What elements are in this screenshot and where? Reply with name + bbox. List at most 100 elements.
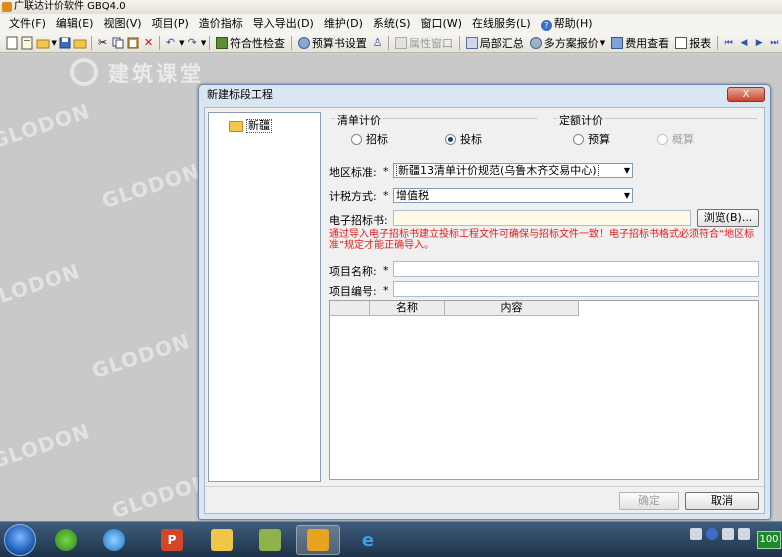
menu-file[interactable]: 文件(F) <box>4 14 51 33</box>
property-window-button[interactable]: 属性窗口 <box>392 34 456 52</box>
paste-icon[interactable] <box>127 35 140 51</box>
volume-icon[interactable] <box>738 528 750 540</box>
save-as-icon[interactable] <box>73 35 87 51</box>
grid-column-name[interactable]: 名称 <box>370 301 445 316</box>
keyboard-icon[interactable] <box>690 528 702 540</box>
cancel-button[interactable]: 取消 <box>685 492 759 510</box>
required-marker: * <box>383 284 389 297</box>
toolbar-divider <box>91 35 93 50</box>
ok-button[interactable]: 确定 <box>619 492 679 510</box>
taskbar-app-explorer[interactable] <box>200 525 244 555</box>
person-icon[interactable]: ♙ <box>371 35 384 51</box>
next-page-icon[interactable]: ▶ <box>753 35 766 51</box>
project-code-input[interactable] <box>393 281 759 297</box>
budget-settings-button[interactable]: 预算书设置 <box>295 34 370 52</box>
windows-start-icon[interactable] <box>4 524 36 556</box>
app-title-bar: 广联达计价软件 GBQ4.0 <box>0 0 782 14</box>
battery-indicator[interactable]: 100 <box>757 531 781 549</box>
multi-plan-quote-button[interactable]: 多方案报价 ▼ <box>527 34 608 52</box>
copy-icon[interactable] <box>111 35 124 51</box>
browse-button[interactable]: 浏览(B)... <box>697 209 759 227</box>
grid-corner <box>330 301 370 316</box>
menu-window[interactable]: 窗口(W) <box>416 14 467 33</box>
ok-label: 确定 <box>638 494 660 507</box>
grid-check-icon <box>216 36 229 49</box>
chevron-down-icon[interactable]: ▼ <box>179 39 184 47</box>
budget-settings-label: 预算书设置 <box>311 36 367 50</box>
taskbar-app-browser-360[interactable] <box>92 525 136 555</box>
project-name-label: 项目名称: <box>329 265 377 278</box>
internet-explorer-icon: e <box>361 529 375 551</box>
menu-online-service[interactable]: 在线服务(L) <box>467 14 536 33</box>
delete-icon[interactable]: ✕ <box>142 35 155 51</box>
new-project-icon[interactable] <box>20 35 33 51</box>
watermark-logo-icon: GLODON <box>98 158 204 214</box>
compliance-check-button[interactable]: 符合性检查 <box>213 34 288 52</box>
settings-icon <box>297 36 310 49</box>
required-marker: * <box>383 264 389 277</box>
radio-icon <box>657 133 668 145</box>
import-hint-text: 通过导入电子招标书建立投标工程文件可确保与招标文件一致！电子招标书格式必须符合“… <box>329 229 755 251</box>
dialog-close-button[interactable]: X <box>727 87 765 102</box>
cost-view-label: 费用查看 <box>625 36 670 50</box>
cost-view-button[interactable]: 费用查看 <box>608 34 672 52</box>
radio-icon <box>573 133 584 145</box>
chevron-down-icon[interactable]: ▼ <box>52 39 57 47</box>
radio-icon <box>351 133 362 145</box>
radio-estimate[interactable]: 概算 <box>657 131 694 147</box>
taskbar-app-green[interactable] <box>248 525 292 555</box>
menu-edit[interactable]: 编辑(E) <box>51 14 99 33</box>
taskbar-app-powerpoint[interactable]: P <box>150 525 194 555</box>
project-code-label: 项目编号: <box>329 285 377 298</box>
save-icon[interactable] <box>58 35 71 51</box>
menu-project[interactable]: 项目(P) <box>147 14 194 33</box>
first-page-icon[interactable]: ⏮ <box>722 35 735 51</box>
grid-header: 名称 内容 <box>330 301 579 316</box>
watermark-logo-icon: GLODON <box>0 418 94 474</box>
property-window-label: 属性窗口 <box>408 36 453 50</box>
tax-method-select[interactable]: 增值税 ▼ <box>393 188 633 203</box>
folder-icon <box>229 120 243 132</box>
radio-bid-submit[interactable]: 投标 <box>445 131 482 147</box>
prev-page-icon[interactable]: ◀ <box>737 35 750 51</box>
bill-pricing-title: 清单计价 <box>335 112 383 128</box>
multi-plan-quote-label: 多方案报价 <box>543 36 599 50</box>
radio-budget[interactable]: 预算 <box>573 131 610 147</box>
tender-file-input[interactable] <box>393 210 691 226</box>
last-page-icon[interactable]: ⏭ <box>768 35 781 51</box>
menu-maintain[interactable]: 维护(D) <box>319 14 368 33</box>
open-folder-icon[interactable] <box>36 35 50 51</box>
system-tray <box>690 528 750 540</box>
tree-node-xinjiang[interactable]: 新疆 <box>229 119 272 133</box>
radio-budget-label: 预算 <box>588 133 610 146</box>
cut-icon[interactable]: ✂ <box>96 35 109 51</box>
menu-help[interactable]: ? 帮助(H) <box>536 14 598 33</box>
grid-column-content[interactable]: 内容 <box>445 301 579 316</box>
toolbar-divider <box>209 35 211 50</box>
new-file-icon[interactable] <box>5 35 18 51</box>
menu-cost-index[interactable]: 造价指标 <box>194 14 248 33</box>
region-standard-select[interactable]: 新疆13清单计价规范(乌鲁木齐交易中心) ▼ <box>393 163 633 178</box>
partial-summary-button[interactable]: 局部汇总 <box>463 34 527 52</box>
report-label: 报表 <box>689 36 712 50</box>
menu-system[interactable]: 系统(S) <box>368 14 416 33</box>
network-icon[interactable] <box>722 528 734 540</box>
menu-view[interactable]: 视图(V) <box>98 14 146 33</box>
quota-pricing-group: 定额计价 预算 概算 <box>553 112 757 150</box>
redo-icon[interactable]: ↷ <box>186 35 199 51</box>
powerpoint-icon: P <box>161 529 183 551</box>
taskbar-app-gbq[interactable] <box>296 525 340 555</box>
help-tray-icon[interactable] <box>706 528 718 540</box>
project-info-grid[interactable]: 名称 内容 <box>329 300 759 480</box>
radio-bid-invite[interactable]: 招标 <box>351 131 388 147</box>
project-name-input[interactable] <box>393 261 759 277</box>
taskbar-app-360[interactable] <box>44 525 88 555</box>
tax-method-value: 增值税 <box>396 189 429 202</box>
new-section-project-dialog: 新建标段工程 X 新疆 清单计价 招标 投标 定额计价 预算 概算 地区标准: … <box>198 84 771 520</box>
report-button[interactable]: 报表 <box>672 34 714 52</box>
compliance-check-label: 符合性检查 <box>230 36 286 50</box>
undo-icon[interactable]: ↶ <box>164 35 177 51</box>
menu-import-export[interactable]: 导入导出(D) <box>248 14 319 33</box>
taskbar-app-ie[interactable]: e <box>346 525 390 555</box>
chevron-down-icon[interactable]: ▼ <box>201 39 206 47</box>
